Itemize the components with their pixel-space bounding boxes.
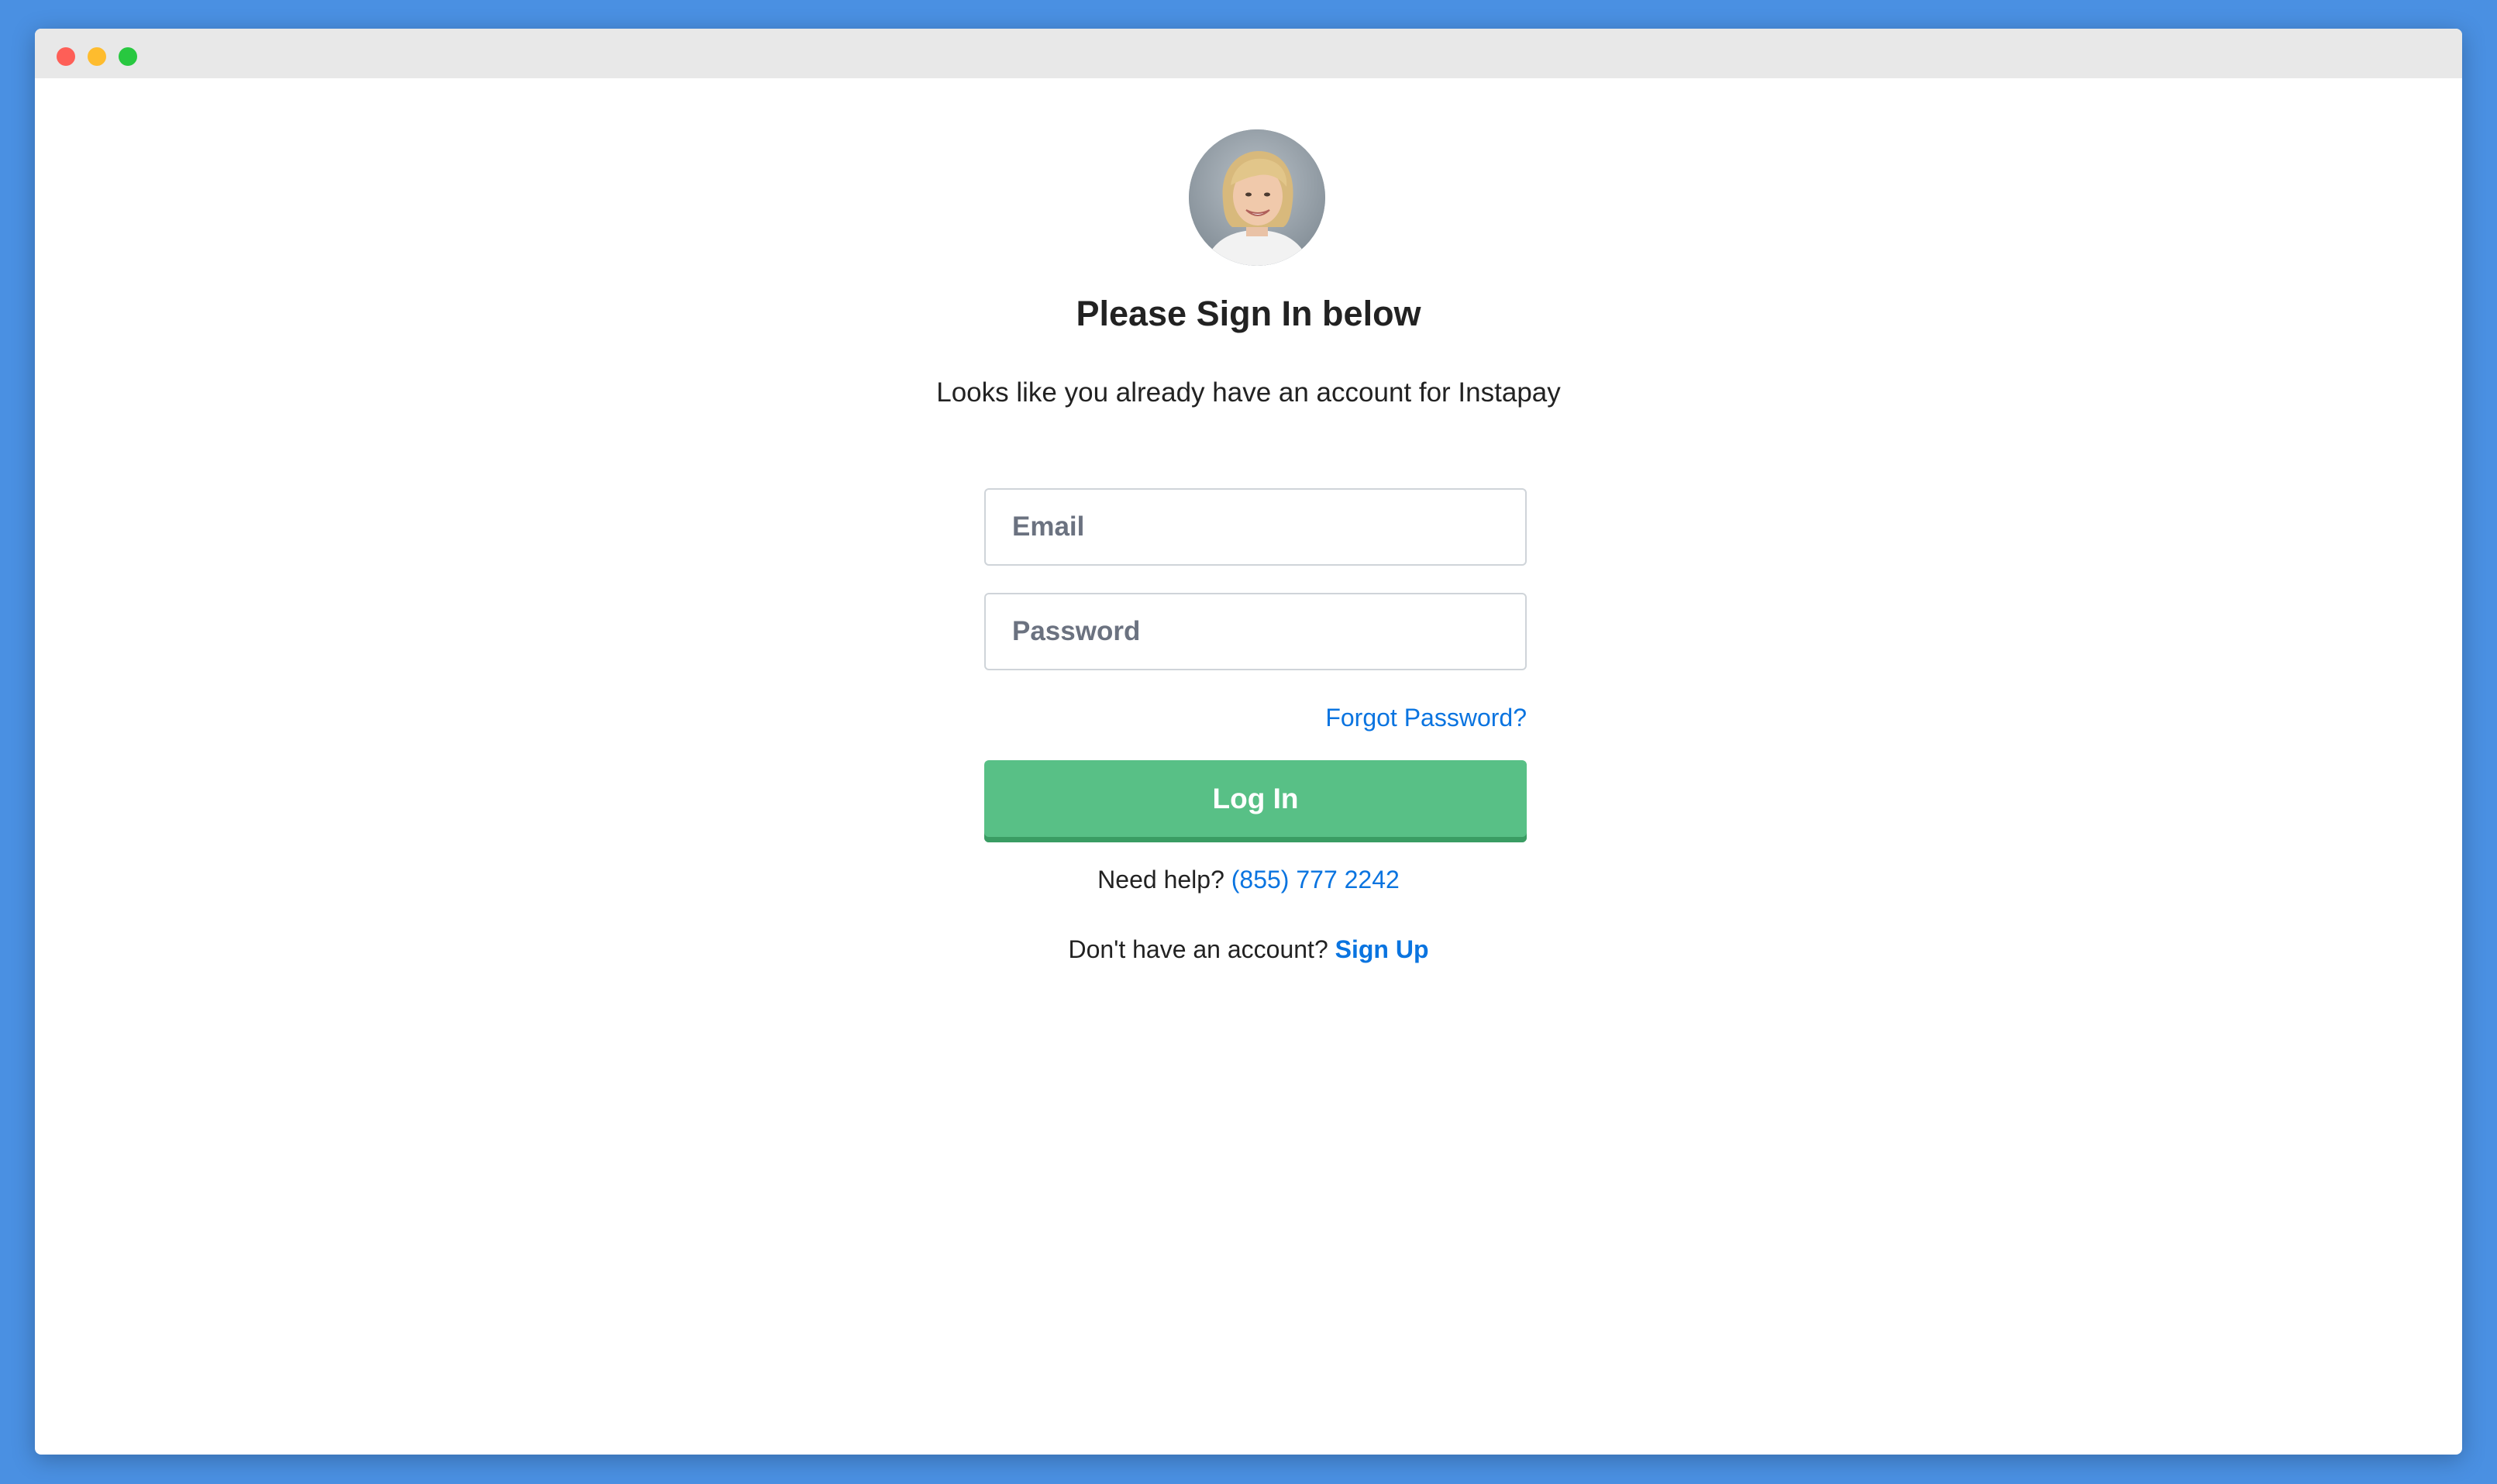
login-button[interactable]: Log In xyxy=(984,760,1527,842)
signin-page: Please Sign In below Looks like you alre… xyxy=(35,78,2462,1455)
minimize-window-button[interactable] xyxy=(88,47,106,66)
zoom-window-button[interactable] xyxy=(119,47,137,66)
window-titlebar xyxy=(35,29,2462,78)
forgot-password-link[interactable]: Forgot Password? xyxy=(984,701,1527,735)
avatar xyxy=(1189,129,1325,266)
email-field[interactable] xyxy=(984,488,1527,566)
password-field[interactable] xyxy=(984,593,1527,670)
help-text: Need help? xyxy=(1097,866,1224,893)
browser-window: Please Sign In below Looks like you alre… xyxy=(35,29,2462,1455)
close-window-button[interactable] xyxy=(57,47,75,66)
signup-text: Don't have an account? xyxy=(1068,935,1328,963)
signup-line: Don't have an account? Sign Up xyxy=(35,932,2462,966)
signup-link[interactable]: Sign Up xyxy=(1335,935,1429,963)
user-avatar-icon xyxy=(1189,129,1325,266)
account-notice-text: Looks like you already have an account f… xyxy=(936,377,1561,408)
help-phone-link[interactable]: (855) 777 2242 xyxy=(1231,866,1400,893)
page-title: Please Sign In below xyxy=(1076,294,1421,333)
help-line: Need help? (855) 777 2242 xyxy=(35,863,2462,897)
